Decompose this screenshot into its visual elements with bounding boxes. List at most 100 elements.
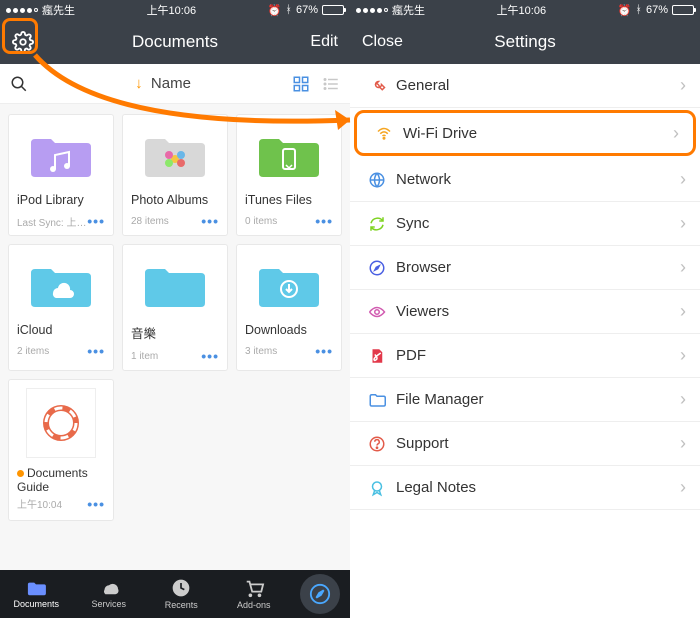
more-icon[interactable]: ••• (87, 343, 105, 359)
list-view-icon[interactable] (322, 75, 340, 93)
sort-button[interactable]: ↓ Name (34, 75, 292, 92)
status-bar: 瘋先生 上午10:06 ⏰ ᚼ 67% (350, 0, 700, 20)
chevron-right-icon: › (680, 169, 686, 190)
search-icon[interactable] (10, 75, 34, 93)
tab-documents[interactable]: Documents (0, 579, 73, 609)
folder-name: iPod Library (17, 193, 105, 207)
folder-icon (364, 391, 390, 409)
settings-row-label: Sync (396, 215, 680, 232)
folder-count: 28 items (131, 216, 169, 227)
folder-name: 音樂 (131, 323, 219, 342)
settings-row-label: PDF (396, 347, 680, 364)
sort-arrow-icon: ↓ (135, 75, 143, 92)
tab-add-ons[interactable]: Add-ons (218, 578, 291, 610)
sort-bar: ↓ Name (0, 64, 350, 104)
chevron-right-icon: › (680, 301, 686, 322)
compass-icon (364, 259, 390, 277)
grid-view-icon[interactable] (292, 75, 310, 93)
document-card[interactable]: Documents Guide 上午10:04 ••• (8, 379, 114, 521)
settings-row-label: Network (396, 171, 680, 188)
document-name: Documents Guide (17, 466, 105, 494)
settings-row-label: Support (396, 435, 680, 452)
more-icon[interactable]: ••• (315, 343, 333, 359)
tab-recents[interactable]: Recents (145, 578, 218, 610)
folder-card[interactable]: Downloads 3 items ••• (236, 244, 342, 371)
documents-icon (25, 579, 47, 597)
nav-bar: Documents Edit (0, 20, 350, 64)
folder-name: iTunes Files (245, 193, 333, 207)
more-icon[interactable]: ••• (87, 213, 105, 229)
chevron-right-icon: › (680, 389, 686, 410)
chevron-right-icon: › (680, 257, 686, 278)
carrier-label: 瘋先生 (392, 2, 425, 18)
settings-row-label: Browser (396, 259, 680, 276)
folder-card[interactable]: iTunes Files 0 items ••• (236, 114, 342, 236)
recents-icon (171, 578, 191, 598)
folder-icon (131, 253, 219, 319)
folder-count: 0 items (245, 216, 277, 227)
settings-row-label: Wi-Fi Drive (403, 125, 673, 142)
folder-card[interactable]: 音樂 1 item••• (122, 244, 228, 371)
badge-icon (364, 479, 390, 497)
tab-label: Add-ons (237, 600, 271, 610)
chevron-right-icon: › (680, 75, 686, 96)
status-time: 上午10:06 (147, 2, 197, 18)
alarm-icon: ⏰ (618, 4, 632, 17)
pdf-icon (364, 347, 390, 365)
folder-grid: iPod Library Last Sync: 上午…••• Photo Alb… (0, 104, 350, 570)
status-bar: 瘋先生 上午10:06 ⏰ ᚼ 67% (0, 0, 350, 20)
tab-label: Services (91, 599, 126, 609)
settings-row-wi-fi-drive[interactable]: Wi-Fi Drive › (354, 110, 696, 156)
settings-row-general[interactable]: General › (350, 64, 700, 108)
folder-count: 3 items (245, 346, 277, 357)
page-title: Documents (56, 32, 294, 52)
sync-icon (364, 215, 390, 233)
more-icon[interactable]: ••• (201, 348, 219, 364)
folder-name: iCloud (17, 323, 105, 337)
browser-compass-button[interactable] (300, 574, 340, 614)
chevron-right-icon: › (680, 345, 686, 366)
folder-card[interactable]: iCloud 2 items ••• (8, 244, 114, 371)
folder-count: Last Sync: 上午… (17, 214, 87, 229)
more-icon[interactable]: ••• (201, 213, 219, 229)
document-thumbnail (26, 388, 96, 458)
folder-card[interactable]: iPod Library Last Sync: 上午…••• (8, 114, 114, 236)
settings-row-pdf[interactable]: PDF › (350, 334, 700, 378)
help-icon (364, 435, 390, 453)
more-icon[interactable]: ••• (315, 213, 333, 229)
settings-row-network[interactable]: Network › (350, 158, 700, 202)
settings-row-legal-notes[interactable]: Legal Notes › (350, 466, 700, 510)
folder-count: 2 items (17, 346, 49, 357)
wrench-icon (364, 77, 390, 95)
chevron-right-icon: › (680, 213, 686, 234)
close-button[interactable]: Close (362, 33, 406, 51)
settings-row-browser[interactable]: Browser › (350, 246, 700, 290)
settings-row-viewers[interactable]: Viewers › (350, 290, 700, 334)
settings-row-label: Legal Notes (396, 479, 680, 496)
tab-label: Recents (165, 600, 198, 610)
settings-screen: 瘋先生 上午10:06 ⏰ ᚼ 67% Close Settings Gener… (350, 0, 700, 618)
page-title: Settings (406, 32, 644, 52)
folder-name: Downloads (245, 323, 333, 337)
annotation-gear-highlight (2, 18, 38, 54)
bluetooth-icon: ᚼ (285, 4, 292, 16)
battery-icon (672, 5, 694, 15)
eye-icon (364, 303, 390, 321)
add-ons-icon (243, 578, 265, 598)
alarm-icon: ⏰ (268, 4, 282, 17)
more-icon[interactable]: ••• (87, 496, 105, 512)
document-date: 上午10:04 (17, 496, 62, 512)
edit-button[interactable]: Edit (294, 33, 338, 51)
folder-icon (245, 123, 333, 189)
chevron-right-icon: › (680, 433, 686, 454)
tab-services[interactable]: Services (73, 579, 146, 609)
settings-row-sync[interactable]: Sync › (350, 202, 700, 246)
settings-row-file-manager[interactable]: File Manager › (350, 378, 700, 422)
carrier-label: 瘋先生 (42, 2, 75, 18)
chevron-right-icon: › (673, 123, 679, 144)
settings-row-support[interactable]: Support › (350, 422, 700, 466)
folder-card[interactable]: Photo Albums 28 items••• (122, 114, 228, 236)
settings-list[interactable]: General › Wi-Fi Drive › Network › Sync ›… (350, 64, 700, 618)
battery-pct: 67% (296, 4, 318, 16)
settings-row-label: General (396, 77, 680, 94)
